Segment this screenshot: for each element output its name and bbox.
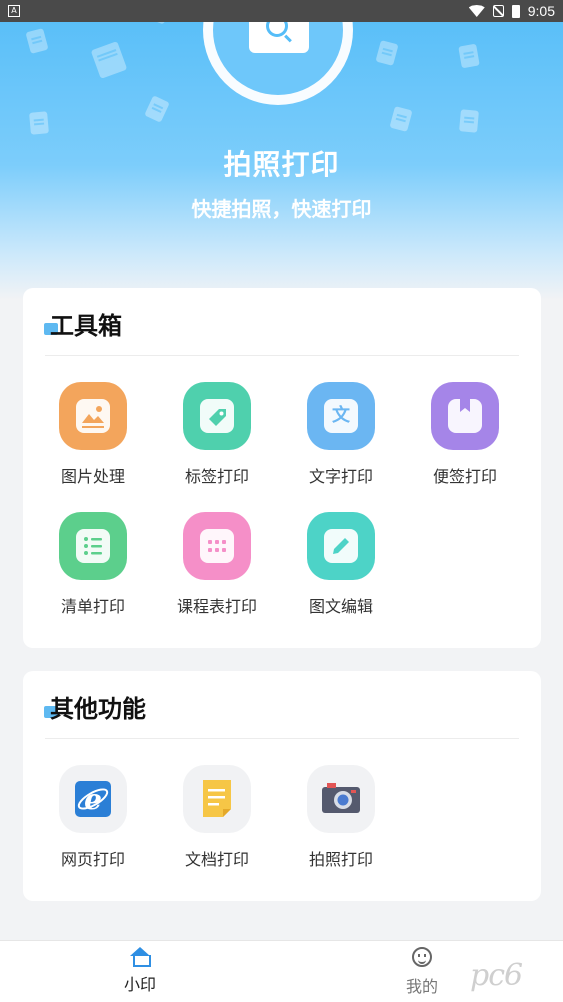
nav-label: 我的 <box>405 977 438 996</box>
tool-label: 拍照打印 <box>308 850 373 869</box>
tool-label: 便签打印 <box>432 467 497 486</box>
hero-title: 拍照打印 <box>223 148 340 181</box>
tool-label: 清单打印 <box>60 597 125 616</box>
tool-label: 标签打印 <box>184 467 249 486</box>
doc-deco-icon <box>458 43 480 69</box>
bookmark-note-icon <box>431 382 499 450</box>
tool-list-print[interactable]: 清单打印 <box>31 512 155 617</box>
tool-webpage-print[interactable]: e 网页打印 <box>31 765 155 870</box>
tool-label: 文档打印 <box>184 850 249 869</box>
tool-note-print[interactable]: 便签打印 <box>403 382 527 487</box>
nav-home[interactable]: 小印 <box>100 947 180 995</box>
tool-label: 课程表打印 <box>176 597 257 616</box>
doc-deco-icon <box>389 106 413 132</box>
clock: 9:05 <box>527 3 555 19</box>
tool-image-processing[interactable]: 图片处理 <box>31 382 155 487</box>
list-icon <box>59 512 127 580</box>
notification-icon: A <box>8 5 20 17</box>
battery-icon <box>511 4 520 18</box>
tool-graphic-edit[interactable]: 图文编辑 <box>279 512 403 617</box>
tool-label: 图文编辑 <box>308 597 373 616</box>
doc-deco-icon <box>25 28 49 54</box>
tool-label: 网页打印 <box>60 850 125 869</box>
hero-subtitle: 快捷拍照，快速打印 <box>191 197 372 221</box>
doc-deco-icon <box>459 109 479 133</box>
calendar-icon <box>183 512 251 580</box>
other-functions-card: 其他功能 e 网页打印 文档打印 拍照打印 <box>23 671 541 901</box>
toolbox-title: 工具箱 <box>50 312 122 340</box>
tool-document-print[interactable]: 文档打印 <box>155 765 279 870</box>
other-title: 其他功能 <box>50 695 146 723</box>
tool-text-print[interactable]: 文 文字打印 <box>279 382 403 487</box>
tool-schedule-print[interactable]: 课程表打印 <box>155 512 279 617</box>
image-icon <box>59 382 127 450</box>
watermark-logo: pc6 <box>470 958 523 993</box>
nav-label: 小印 <box>123 975 156 994</box>
svg-text:e: e <box>84 783 102 816</box>
status-bar: A 9:05 <box>0 0 563 22</box>
toolbox-header: 工具箱 <box>44 306 519 356</box>
document-icon <box>183 765 251 833</box>
tool-label-print[interactable]: 标签打印 <box>155 382 279 487</box>
edit-pencil-icon <box>307 512 375 580</box>
nav-profile[interactable]: 我的 <box>382 947 462 997</box>
no-sim-icon <box>492 5 504 17</box>
tag-icon <box>183 382 251 450</box>
doc-deco-icon <box>144 95 170 123</box>
tool-label: 图片处理 <box>60 467 125 486</box>
tool-label: 文字打印 <box>308 467 373 486</box>
profile-face-icon <box>412 947 432 967</box>
doc-deco-icon <box>29 111 49 135</box>
doc-deco-icon <box>90 41 128 79</box>
home-icon <box>130 947 151 967</box>
browser-ie-icon: e <box>59 765 127 833</box>
camera-icon <box>307 765 375 833</box>
text-glyph: 文 <box>332 405 350 426</box>
text-icon: 文 <box>307 382 375 450</box>
toolbox-card: 工具箱 图片处理 标签打印 文 文字打印 便签打印 清单打印 课程表打印 图文编… <box>23 288 541 648</box>
doc-deco-icon <box>375 40 399 66</box>
wifi-icon <box>468 5 485 17</box>
other-header: 其他功能 <box>44 689 519 739</box>
tool-photo-print[interactable]: 拍照打印 <box>279 765 403 870</box>
